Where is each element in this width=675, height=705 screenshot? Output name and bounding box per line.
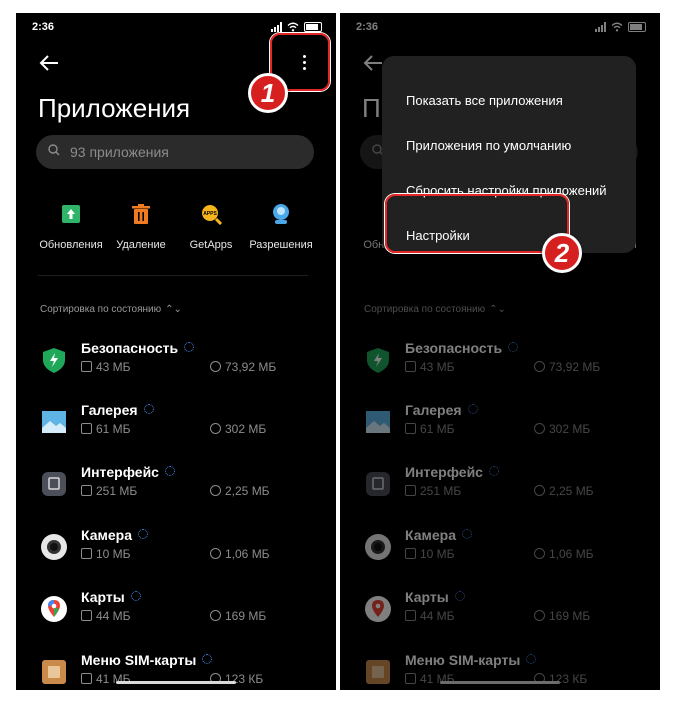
svg-text:APPS: APPS: [203, 211, 217, 217]
gallery-icon: [42, 411, 66, 433]
divider: [38, 275, 308, 276]
maps-icon: [41, 596, 67, 622]
camera-icon: [41, 534, 67, 560]
shield-icon: [43, 348, 65, 373]
loading-icon: [184, 342, 195, 352]
loading-icon: [164, 466, 175, 476]
loading-icon: [130, 591, 141, 601]
data-usage-icon: [210, 548, 221, 559]
app-row-maps[interactable]: Карты 44 МБ 169 МБ: [40, 589, 320, 639]
app-row-camera[interactable]: Камера 10 МБ 1,06 МБ: [40, 527, 320, 577]
sort-dropdown[interactable]: Сортировка по состоянию⌃⌄: [40, 304, 182, 315]
loading-icon: [143, 404, 154, 414]
phone-screen-left: 2:36 Приложения 93 приложения Обновления…: [16, 13, 336, 690]
data-usage-icon: [210, 485, 221, 496]
storage-icon: [81, 423, 92, 434]
status-time: 2:36: [32, 21, 55, 33]
storage-icon: [81, 610, 92, 621]
search-placeholder: 93 приложения: [70, 144, 169, 160]
search-input[interactable]: 93 приложения: [36, 135, 314, 169]
update-icon: [62, 205, 80, 223]
highlight-box-settings: [385, 194, 569, 253]
app-row-sim-menu[interactable]: Меню SIM-карты 41 МБ 123 КБ: [40, 652, 320, 690]
sort-chevron-icon: ⌃⌄: [165, 304, 182, 315]
action-uninstall[interactable]: Удаление: [106, 201, 176, 251]
battery-icon: [304, 22, 322, 32]
data-usage-icon: [210, 610, 221, 621]
back-arrow-icon[interactable]: [38, 53, 60, 73]
action-getapps[interactable]: APPS GetApps: [176, 201, 246, 251]
sim-card-icon: [42, 660, 66, 684]
loading-icon: [202, 654, 213, 664]
data-usage-icon: [210, 361, 221, 372]
storage-icon: [81, 361, 92, 372]
interface-icon: [42, 472, 66, 496]
menu-item-show-all-apps[interactable]: Показать все приложения: [406, 93, 563, 108]
step-badge-2: 2: [542, 233, 582, 273]
quick-actions: Обновления Удаление APPS GetApps Разреше…: [36, 201, 316, 251]
action-permissions[interactable]: Разрешения: [246, 201, 316, 251]
signal-icon: [271, 22, 282, 32]
storage-icon: [81, 548, 92, 559]
trash-icon: [132, 204, 150, 224]
storage-icon: [81, 485, 92, 496]
phone-screen-right: 2:36 Приложения 93 приложения Обновления…: [340, 13, 660, 690]
app-row-interface[interactable]: Интерфейс 251 МБ 2,25 МБ: [40, 464, 320, 514]
data-usage-icon: [210, 423, 221, 434]
getapps-icon: APPS: [202, 205, 222, 225]
app-row-gallery[interactable]: Галерея 61 МБ 302 МБ: [40, 402, 320, 452]
search-icon: [48, 144, 60, 156]
step-badge-1: 1: [248, 73, 288, 113]
menu-item-default-apps[interactable]: Приложения по умолчанию: [406, 138, 571, 153]
storage-icon: [81, 673, 92, 684]
app-row-security[interactable]: Безопасность 43 МБ 73,92 МБ: [40, 340, 320, 390]
loading-icon: [137, 529, 148, 539]
page-title: Приложения: [38, 93, 191, 123]
wifi-icon: [287, 22, 299, 32]
action-updates[interactable]: Обновления: [36, 201, 106, 251]
permissions-icon: [273, 204, 289, 224]
gesture-bar[interactable]: [116, 681, 236, 684]
